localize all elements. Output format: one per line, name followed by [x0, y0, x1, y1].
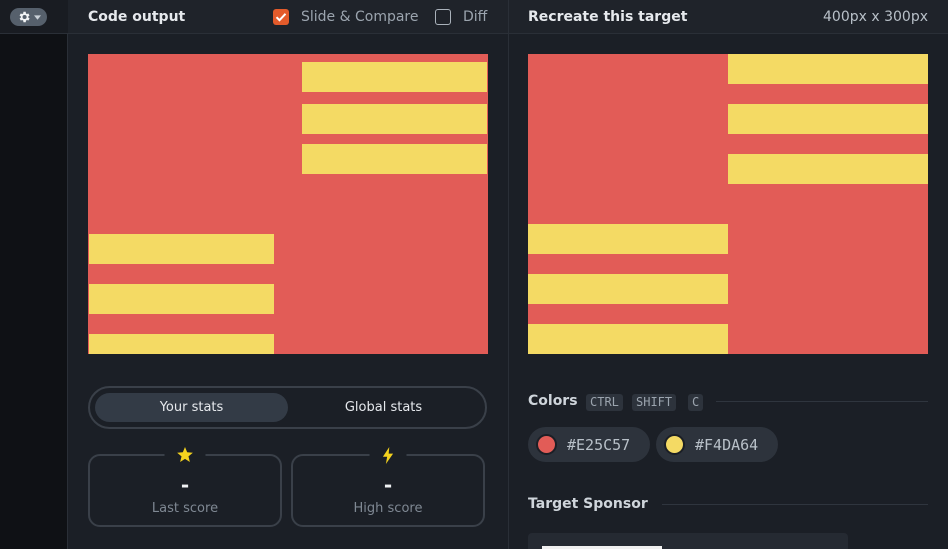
target-yellow-bar [528, 324, 728, 354]
stats-toggle: Your stats Global stats [88, 386, 487, 429]
diff-checkbox[interactable] [435, 9, 451, 25]
lightning-icon [369, 444, 407, 466]
colors-divider [716, 401, 928, 402]
target-sponsor-title: Target Sponsor [528, 496, 648, 512]
yellow-bar [89, 284, 274, 314]
colors-title: Colors [528, 393, 578, 409]
panel-divider [508, 0, 509, 549]
chevron-down-icon [33, 14, 41, 20]
target-canvas [528, 54, 928, 354]
last-score-value: - [180, 473, 190, 497]
slide-compare-checkbox[interactable] [273, 9, 289, 25]
target-yellow-bar [728, 104, 928, 134]
kbd-c: C [688, 394, 704, 411]
last-score-label: Last score [151, 501, 219, 516]
star-icon [164, 444, 206, 466]
rail-top-bar [0, 0, 68, 34]
yellow-bar [302, 104, 487, 134]
left-rail [0, 0, 68, 549]
yellow-color-dot [664, 434, 685, 455]
target-yellow-bar [528, 224, 728, 254]
color-code: #E25C57 [567, 435, 631, 454]
sponsor-divider [662, 504, 928, 505]
yellow-bar [302, 62, 487, 92]
kbd-ctrl: CTRL [586, 394, 623, 411]
target-yellow-bar [728, 54, 928, 84]
sponsor-card[interactable] [528, 533, 848, 549]
code-output-title: Code output [88, 9, 186, 25]
target-yellow-bar [528, 274, 728, 304]
high-score-value: - [383, 473, 393, 497]
red-color-dot [536, 434, 557, 455]
color-swatch-yellow[interactable]: #F4DA64 [656, 427, 778, 462]
yellow-bar [89, 234, 274, 264]
high-score-card: - High score [291, 444, 485, 527]
tab-global-stats[interactable]: Global stats [287, 393, 480, 422]
color-swatch-red[interactable]: #E25C57 [528, 427, 650, 462]
color-code: #F4DA64 [695, 435, 759, 454]
kbd-shift: SHIFT [632, 394, 677, 411]
settings-dropdown-button[interactable] [10, 8, 47, 26]
recreate-target-title: Recreate this target [528, 9, 688, 25]
diff-label[interactable]: Diff [463, 9, 487, 25]
gear-icon [19, 11, 30, 23]
yellow-bar [302, 144, 487, 174]
last-score-card: - Last score [88, 444, 282, 527]
high-score-label: High score [353, 501, 423, 516]
yellow-bar [89, 334, 274, 354]
slide-compare-label[interactable]: Slide & Compare [301, 9, 419, 25]
target-dimensions: 400px x 300px [823, 9, 928, 25]
target-yellow-bar [728, 154, 928, 184]
checkmark-icon [275, 13, 287, 22]
tab-your-stats[interactable]: Your stats [95, 393, 288, 422]
code-output-canvas[interactable] [88, 54, 488, 354]
